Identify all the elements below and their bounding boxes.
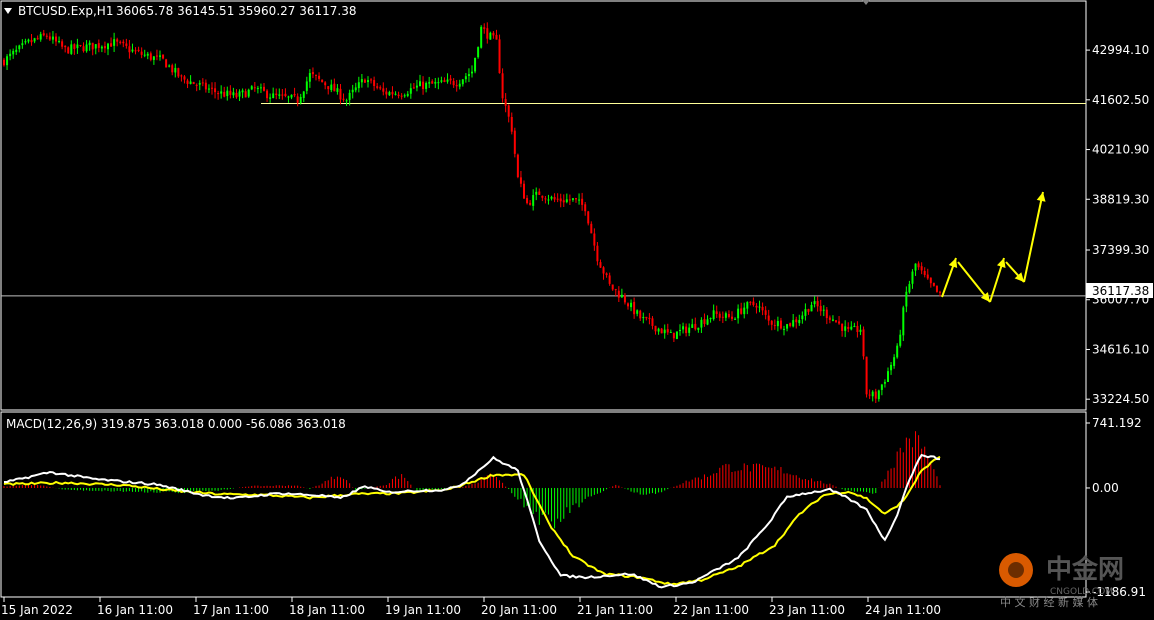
price-tick-label: 33224.50 [1092,392,1149,406]
time-tick-label: 19 Jan 11:00 [385,603,461,617]
candle [513,127,516,158]
candle [498,34,501,74]
candle [177,67,180,78]
candle [516,153,519,179]
candle [247,88,250,98]
time-tick-label: 24 Jan 11:00 [865,603,941,617]
macd-tick-label: 741.192 [1092,416,1142,430]
time-tick-label: 20 Jan 11:00 [481,603,557,617]
macd-label: MACD(12,26,9) 319.875 363.018 0.000 -56.… [6,417,346,431]
macd-tick-label: 0.00 [1092,481,1119,495]
candle [935,285,938,293]
time-tick-label: 17 Jan 11:00 [193,603,269,617]
price-tick-label: 41602.50 [1092,93,1149,107]
chart-background [0,0,1154,620]
time-tick-label: 21 Jan 11:00 [577,603,653,617]
candle [165,58,168,68]
candle [192,81,195,85]
time-tick-label: 15 Jan 2022 [1,603,73,617]
candle [675,331,678,340]
watermark-brand: 中金网 [1046,554,1124,585]
time-tick-label: 22 Jan 11:00 [673,603,749,617]
candle [67,46,70,54]
price-tick-label: 34616.10 [1092,342,1149,356]
time-tick-label: 23 Jan 11:00 [769,603,845,617]
price-tick-label: 37399.30 [1092,243,1149,257]
current-price-box: 36117.38 [1086,283,1153,298]
price-tick-label: 38819.30 [1092,192,1149,206]
candle [862,326,865,360]
price-tick-label: 40210.90 [1092,143,1149,157]
candle [480,25,483,49]
candle [660,327,663,334]
ohlc-label: 36065.78 36145.51 35960.27 36117.38 [116,4,356,18]
candle [477,46,480,59]
price-tick-label: 42994.10 [1092,43,1149,57]
candle [587,210,590,226]
current-price-label: 36117.38 [1092,284,1149,298]
time-tick-label: 18 Jan 11:00 [289,603,365,617]
candle [865,356,868,398]
candle [489,31,492,40]
candle [474,57,477,74]
trading-chart: BTCUSD.Exp,H1 36065.78 36145.51 35960.27… [0,0,1154,620]
watermark-tagline: 中 文 财 经 新 媒 体 [1000,595,1098,609]
candle [501,68,504,103]
symbol-label: BTCUSD.Exp,H1 [18,4,113,18]
time-tick-label: 16 Jan 11:00 [97,603,173,617]
